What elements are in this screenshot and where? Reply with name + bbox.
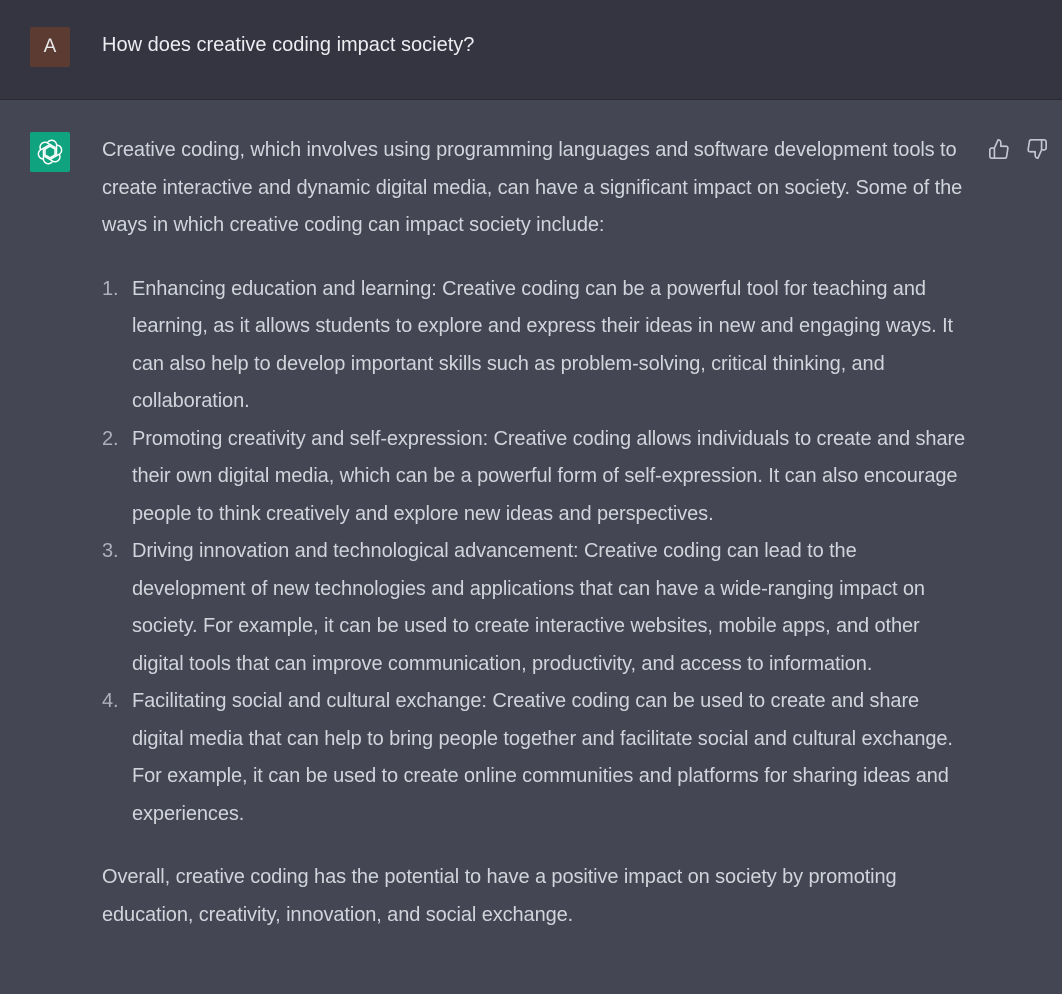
thumbs-up-icon[interactable] — [988, 138, 1010, 160]
answer-conclusion: Overall, creative coding has the potenti… — [102, 866, 897, 926]
user-message-text: How does creative coding impact society? — [102, 34, 475, 56]
answer-intro: Creative coding, which involves using pr… — [102, 139, 963, 236]
answer-list: Enhancing education and learning: Creati… — [102, 271, 972, 834]
list-item: Facilitating social and cultural exchang… — [102, 683, 953, 825]
user-message-row: A How does creative coding impact societ… — [0, 0, 1062, 100]
openai-logo-icon — [30, 132, 70, 172]
user-avatar: A — [30, 27, 70, 67]
list-item: Enhancing education and learning: Creati… — [102, 271, 953, 413]
assistant-message-row: Creative coding, which involves using pr… — [0, 100, 1062, 994]
assistant-answer: Creative coding, which involves using pr… — [102, 132, 972, 934]
thumbs-down-icon[interactable] — [1026, 138, 1048, 160]
list-item: Promoting creativity and self-expression… — [102, 421, 966, 525]
list-item: Driving innovation and technological adv… — [102, 533, 925, 675]
